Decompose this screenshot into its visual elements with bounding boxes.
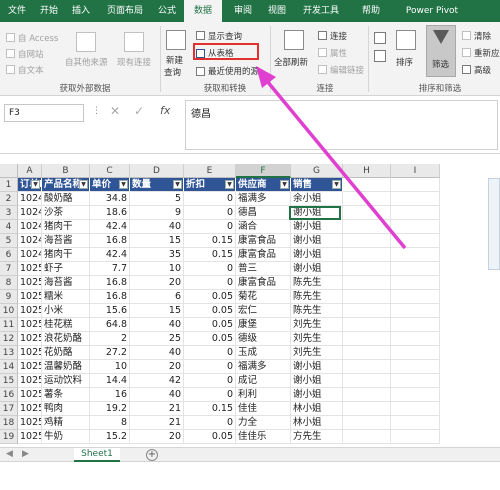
annotation-arrow xyxy=(256,66,407,250)
annotation-arrow-head xyxy=(256,66,276,88)
annotation-arrow-shaft xyxy=(260,73,407,250)
